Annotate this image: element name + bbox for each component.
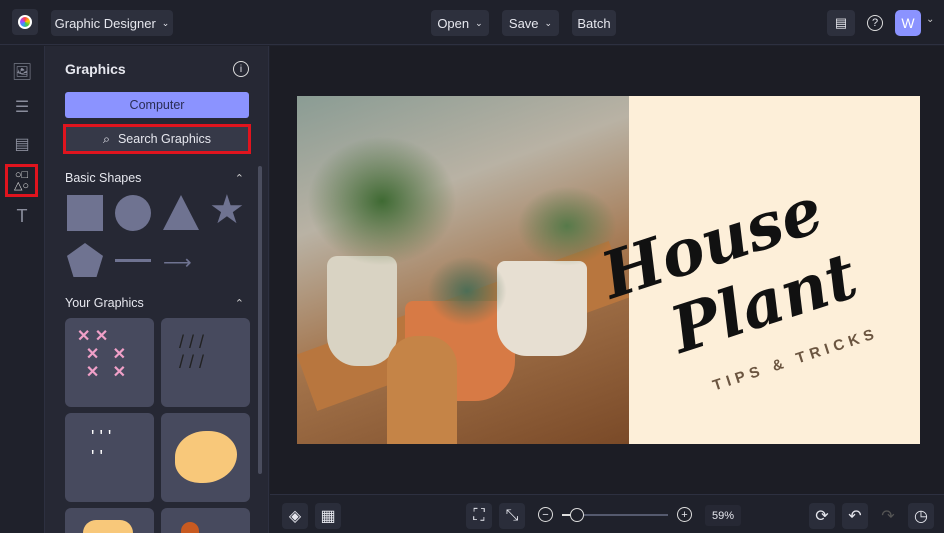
- help-icon[interactable]: ?: [862, 10, 888, 36]
- graphic-tile-white-strokes[interactable]: ' ' ' ' ': [65, 413, 154, 502]
- graphics-icon[interactable]: ○□ △○: [5, 164, 38, 197]
- basic-shapes-heading: Basic Shapes: [65, 171, 142, 185]
- fit-to-screen-icon[interactable]: ⤡: [499, 503, 525, 529]
- shape-triangle[interactable]: [163, 195, 199, 230]
- replace-icon[interactable]: ⟳: [809, 503, 835, 529]
- layers-icon[interactable]: ◈: [282, 503, 308, 529]
- app-logo[interactable]: [12, 9, 38, 35]
- chevron-up-icon[interactable]: ⌃: [235, 297, 244, 310]
- tool-rail: 🖼 ☰ ▤ ○□ △○ T: [0, 46, 45, 533]
- canvas-area: House Plant TIPS & TRICKS: [270, 46, 944, 494]
- zoom-slider[interactable]: [562, 508, 668, 522]
- zoom-percent[interactable]: 59%: [705, 505, 741, 526]
- zoom-in-icon[interactable]: +: [677, 507, 692, 522]
- text-icon[interactable]: T: [8, 202, 36, 230]
- bottom-toolbar: ◈ ▦ ⛶ ⤡ − + 59% ⟳ ↶ ↷ ◷: [270, 494, 944, 533]
- panel-scrollbar[interactable]: [258, 166, 262, 474]
- shape-pentagon[interactable]: [67, 243, 103, 277]
- search-icon: ⌕: [102, 131, 110, 146]
- chevron-up-icon[interactable]: ⌃: [235, 172, 244, 185]
- frames-icon[interactable]: ▤: [8, 130, 36, 158]
- chevron-down-icon[interactable]: ⌄: [926, 14, 934, 25]
- shape-arrow[interactable]: ⟶: [163, 250, 192, 275]
- shape-star[interactable]: ★: [209, 190, 245, 230]
- avatar[interactable]: W: [895, 10, 921, 36]
- title-panel: House Plant TIPS & TRICKS: [593, 96, 920, 444]
- your-graphics-heading: Your Graphics: [65, 296, 144, 310]
- grid-icon[interactable]: ▦: [315, 503, 341, 529]
- chevron-down-icon: ⌄: [544, 17, 553, 28]
- panel-title: Graphics: [65, 61, 126, 77]
- shape-line[interactable]: [115, 259, 151, 262]
- plant-photo: [297, 96, 629, 444]
- graphic-tile[interactable]: [65, 508, 154, 533]
- mode-dropdown[interactable]: Graphic Designer ⌄: [51, 10, 173, 36]
- image-icon[interactable]: 🖼: [8, 58, 36, 86]
- fullscreen-icon[interactable]: ⛶: [466, 503, 492, 529]
- design-canvas[interactable]: House Plant TIPS & TRICKS: [297, 96, 920, 444]
- graphic-tile-crosses[interactable]: ✕ ✕ ✕ ✕ ✕ ✕: [65, 318, 154, 407]
- graphic-tile-blob[interactable]: [161, 413, 250, 502]
- redo-icon[interactable]: ↷: [875, 503, 901, 529]
- graphics-panel: Graphics i Computer ⌕ Search Graphics Bas…: [45, 46, 269, 533]
- search-graphics-button[interactable]: ⌕ Search Graphics: [63, 124, 251, 154]
- history-icon[interactable]: ◷: [908, 503, 934, 529]
- shape-circle[interactable]: [115, 195, 151, 231]
- shape-square[interactable]: [67, 195, 103, 231]
- graphic-tile[interactable]: [161, 508, 250, 533]
- computer-button[interactable]: Computer: [65, 92, 249, 118]
- save-button[interactable]: Save ⌄: [502, 10, 559, 36]
- batch-button[interactable]: Batch: [572, 10, 616, 36]
- chevron-down-icon: ⌄: [475, 17, 483, 28]
- comment-icon[interactable]: ▤: [827, 10, 855, 36]
- chevron-down-icon: ⌄: [161, 17, 170, 28]
- zoom-out-icon[interactable]: −: [538, 507, 553, 522]
- open-button[interactable]: Open ⌄: [431, 10, 489, 36]
- info-icon[interactable]: i: [233, 61, 249, 77]
- graphic-tile-dark-strokes[interactable]: / / / / / /: [161, 318, 250, 407]
- zoom-slider-handle[interactable]: [570, 508, 584, 522]
- adjustments-icon[interactable]: ☰: [8, 93, 36, 121]
- top-bar: Graphic Designer ⌄ Open ⌄ Save ⌄ Batch ▤ ? …: [0, 0, 944, 45]
- undo-icon[interactable]: ↶: [842, 503, 868, 529]
